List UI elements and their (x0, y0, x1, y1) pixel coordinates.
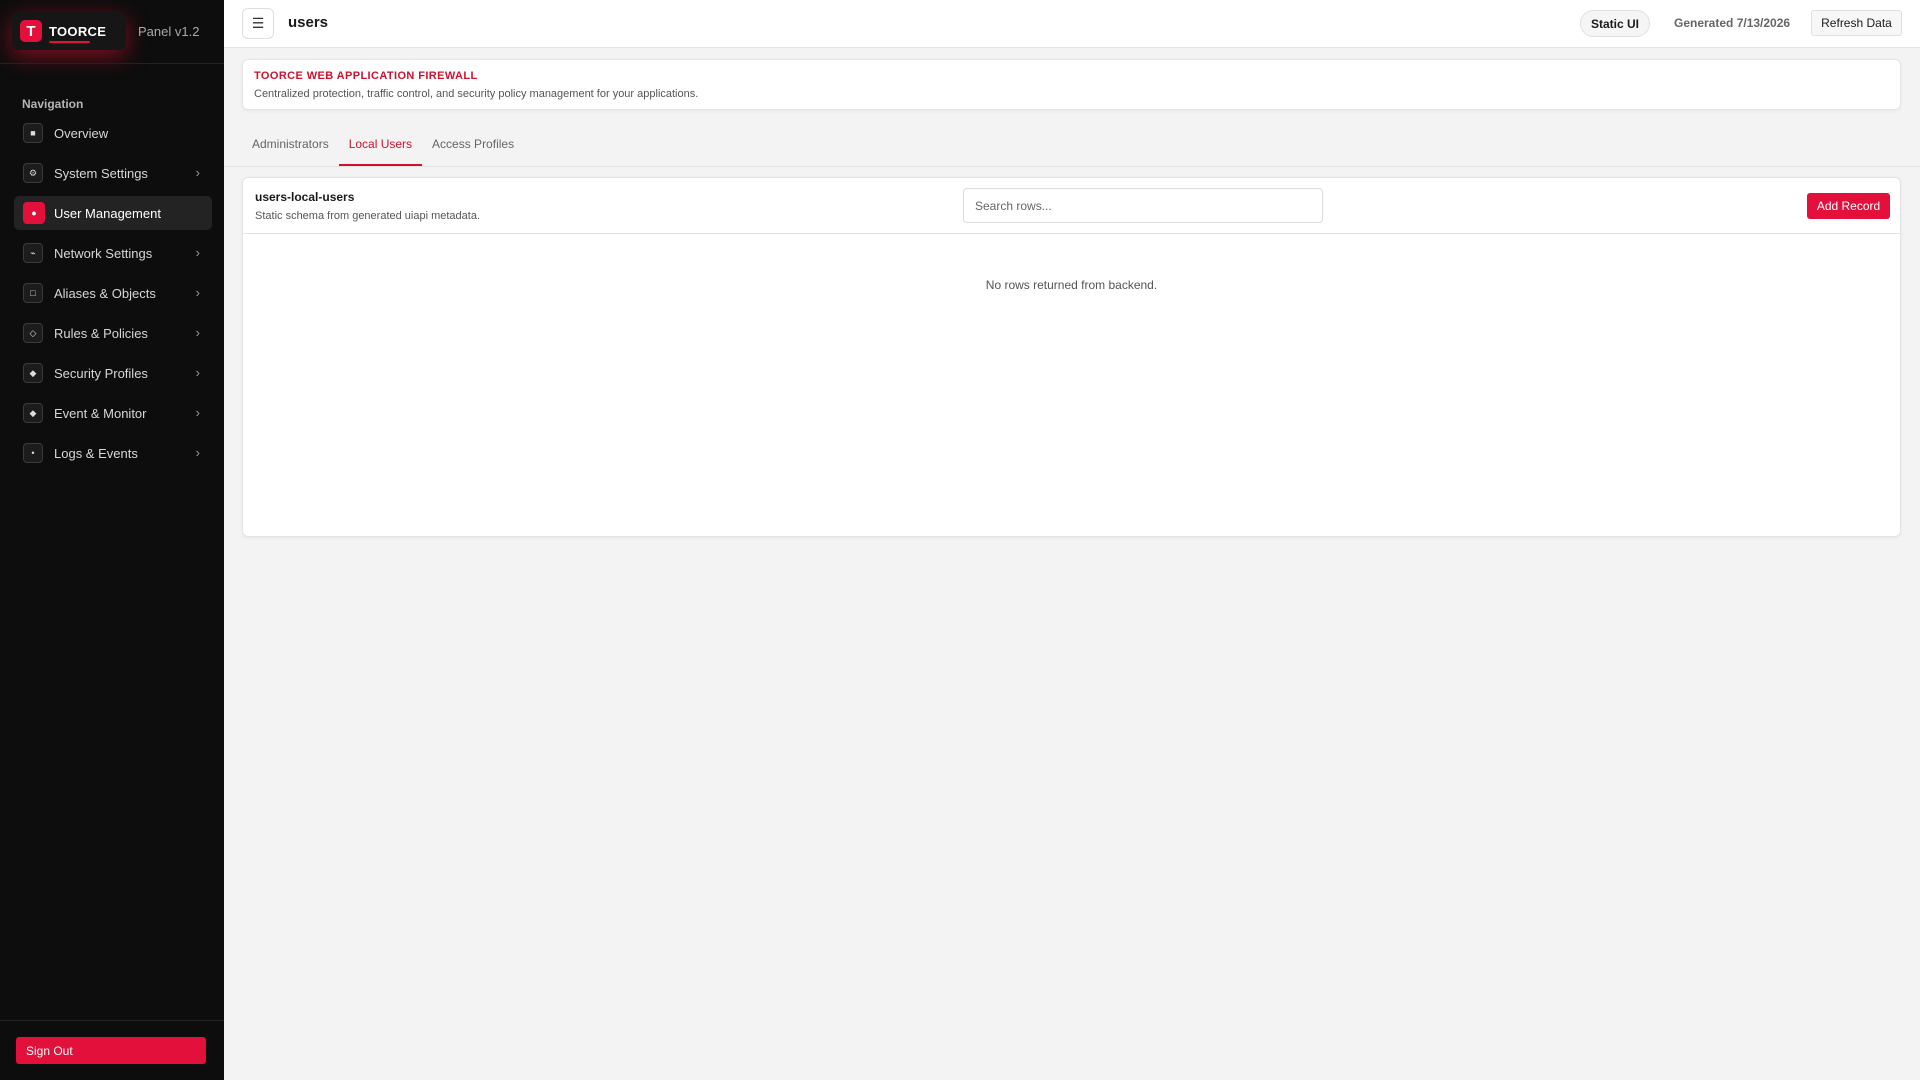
sidebar-item-event-monitor[interactable]: ◆ Event & Monitor › (14, 396, 212, 430)
table-panel-header: users-local-users Static schema from gen… (243, 178, 1900, 234)
sidebar-item-network-settings[interactable]: ⌁ Network Settings › (14, 236, 212, 270)
diamond-icon: ◆ (23, 403, 43, 423)
table-subtitle: Static schema from generated uiapi metad… (255, 210, 481, 222)
chevron-right-icon: › (195, 365, 200, 380)
nav-heading: Navigation (22, 97, 84, 111)
banner-title: TOORCE WEB APPLICATION FIREWALL (254, 70, 478, 82)
topbar: ☰ users Static UI Generated 7/13/2026 Re… (224, 0, 1920, 48)
mode-badge: Static UI (1580, 10, 1650, 37)
sidebar-item-label: User Management (54, 205, 161, 221)
grid-icon: ■ (23, 123, 43, 143)
sidebar-item-aliases-objects[interactable]: □ Aliases & Objects › (14, 276, 212, 310)
tab-bar-divider (224, 166, 1920, 167)
menu-toggle-button[interactable]: ☰ (242, 8, 274, 39)
chevron-right-icon: › (195, 165, 200, 180)
sidebar-item-label: Overview (54, 125, 109, 141)
product-banner: TOORCE WEB APPLICATION FIREWALL Centrali… (242, 59, 1901, 110)
sidebar-item-overview[interactable]: ■ Overview (14, 116, 212, 150)
refresh-data-button[interactable]: Refresh Data (1811, 10, 1902, 36)
sidebar-item-label: Network Settings (54, 245, 153, 261)
sidebar-item-security-profiles[interactable]: ◆ Security Profiles › (14, 356, 212, 390)
table-title: users-local-users (255, 190, 355, 204)
gear-icon: ⚙ (23, 163, 43, 183)
tab-local-users[interactable]: Local Users (338, 128, 423, 166)
empty-state-message: No rows returned from backend. (985, 278, 1158, 292)
sidebar-item-rules-policies[interactable]: ◇ Rules & Policies › (14, 316, 212, 350)
diamond-outline-icon: ◇ (23, 323, 43, 343)
generated-timestamp: Generated 7/13/2026 (1674, 16, 1791, 30)
sidebar-item-label: Security Profiles (54, 365, 148, 381)
table-panel: users-local-users Static schema from gen… (242, 177, 1901, 537)
banner-subtitle: Centralized protection, traffic control,… (254, 88, 699, 100)
network-icon: ⌁ (23, 243, 43, 263)
sidebar-nav: ■ Overview ⚙ System Settings › ● User Manageme… (14, 116, 212, 476)
sidebar: T TOORCE Panel v1.2 Navigation ■ Overview… (0, 0, 224, 1080)
hamburger-icon: ☰ (251, 15, 265, 31)
tab-access-profiles[interactable]: Access Profiles (422, 128, 524, 166)
dot-icon: • (23, 443, 43, 463)
chevron-right-icon: › (195, 325, 200, 340)
user-icon: ● (23, 202, 45, 224)
chevron-right-icon: › (195, 245, 200, 260)
chevron-right-icon: › (195, 445, 200, 460)
sidebar-item-label: Aliases & Objects (54, 285, 156, 301)
brand-mark-icon: T (20, 20, 42, 42)
sidebar-item-label: Rules & Policies (54, 325, 148, 341)
brand-name: TOORCE (49, 23, 107, 43)
page-title: users (288, 14, 329, 31)
sidebar-item-label: System Settings (54, 165, 148, 181)
sidebar-item-user-management[interactable]: ● User Management (14, 196, 212, 230)
diamond-icon: ◆ (23, 363, 43, 383)
search-input[interactable] (963, 188, 1323, 223)
sign-out-button[interactable]: Sign Out (16, 1037, 206, 1064)
brand-logo[interactable]: T TOORCE (12, 12, 126, 50)
add-record-button[interactable]: Add Record (1807, 193, 1890, 219)
panel-version: Panel v1.2 (138, 24, 200, 39)
square-icon: □ (23, 283, 43, 303)
tab-administrators[interactable]: Administrators (242, 128, 339, 166)
sidebar-item-label: Event & Monitor (54, 405, 147, 421)
chevron-right-icon: › (195, 405, 200, 420)
sidebar-item-label: Logs & Events (54, 445, 138, 461)
sidebar-item-system-settings[interactable]: ⚙ System Settings › (14, 156, 212, 190)
sidebar-divider (0, 63, 224, 64)
chevron-right-icon: › (195, 285, 200, 300)
sidebar-item-logs-events[interactable]: • Logs & Events › (14, 436, 212, 470)
sidebar-divider (0, 1020, 224, 1021)
tab-bar: Administrators Local Users Access Profiles (242, 128, 524, 166)
